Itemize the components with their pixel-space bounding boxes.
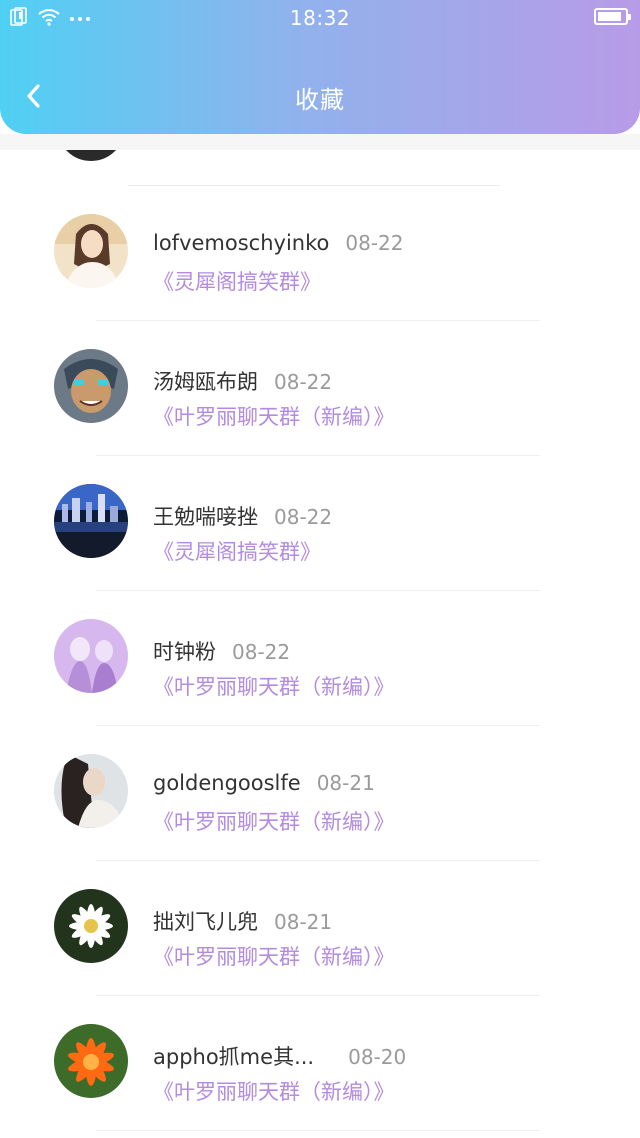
- name-row: lofvemoschyinko 08-22: [153, 231, 403, 255]
- list-item[interactable]: 王勉喘唼挫 08-22 《灵犀阁搞笑群》: [0, 456, 640, 591]
- name-row: goldengooslfe 08-21: [153, 771, 375, 795]
- status-bar: 18:32: [0, 0, 640, 34]
- avatar[interactable]: [54, 754, 128, 828]
- user-name: 拙刘飞儿兜: [153, 910, 258, 934]
- group-link[interactable]: 《叶罗丽聊天群（新编）》: [153, 1076, 395, 1106]
- avatar[interactable]: [54, 1024, 128, 1098]
- user-name: appho抓me其...: [153, 1045, 315, 1069]
- list-top-gap: [0, 134, 640, 150]
- user-name: lofvemoschyinko: [153, 231, 330, 255]
- group-link[interactable]: 《叶罗丽聊天群（新编）》: [153, 941, 395, 971]
- list-item-partial[interactable]: [0, 150, 640, 186]
- date: 08-22: [345, 231, 404, 255]
- date: 08-22: [232, 640, 291, 664]
- list-item[interactable]: 时钟粉 08-22 《叶罗丽聊天群（新编）》: [0, 591, 640, 726]
- divider: [96, 1130, 540, 1131]
- user-name: 汤姆瓯布朗: [153, 370, 258, 394]
- user-name: goldengooslfe: [153, 771, 301, 795]
- group-link[interactable]: 《灵犀阁搞笑群》: [153, 536, 321, 566]
- name-row: 拙刘飞儿兜 08-21: [153, 906, 332, 936]
- group-link[interactable]: 《叶罗丽聊天群（新编）》: [153, 401, 395, 431]
- header: 18:32 收藏: [0, 0, 640, 134]
- group-link[interactable]: 《灵犀阁搞笑群》: [153, 266, 321, 296]
- list-item[interactable]: 拙刘飞儿兜 08-21 《叶罗丽聊天群（新编）》: [0, 861, 640, 996]
- name-row: 汤姆瓯布朗 08-22: [153, 366, 332, 396]
- page-title: 收藏: [295, 86, 345, 114]
- list-item[interactable]: 汤姆瓯布朗 08-22 《叶罗丽聊天群（新编）》: [0, 321, 640, 456]
- avatar: [54, 150, 128, 164]
- avatar[interactable]: [54, 349, 128, 423]
- group-link[interactable]: 《叶罗丽聊天群（新编）》: [153, 671, 395, 701]
- user-name: 时钟粉: [153, 640, 216, 664]
- date: 08-22: [274, 505, 333, 529]
- date: 08-21: [316, 771, 375, 795]
- name-row: 王勉喘唼挫 08-22: [153, 501, 332, 531]
- user-name: 王勉喘唼挫: [153, 505, 258, 529]
- nav-bar: 收藏: [0, 60, 640, 130]
- avatar[interactable]: [54, 214, 128, 288]
- avatar[interactable]: [54, 619, 128, 693]
- date: 08-20: [348, 1045, 407, 1069]
- list-item[interactable]: lofvemoschyinko 08-22 《灵犀阁搞笑群》: [0, 186, 640, 321]
- name-row: 时钟粉 08-22: [153, 636, 290, 666]
- favorites-list: lofvemoschyinko 08-22 《灵犀阁搞笑群》 汤姆瓯布朗 08-…: [0, 134, 640, 1131]
- group-link[interactable]: 《叶罗丽聊天群（新编）》: [153, 806, 395, 836]
- avatar[interactable]: [54, 484, 128, 558]
- name-row: appho抓me其... 08-20: [153, 1041, 406, 1071]
- status-time: 18:32: [289, 6, 351, 30]
- favorites-screen: 18:32 收藏 lofvemoschyinko 08-22 《灵犀阁搞笑群》 …: [0, 0, 640, 1138]
- list-item[interactable]: appho抓me其... 08-20 《叶罗丽聊天群（新编）》: [0, 996, 640, 1131]
- list-item[interactable]: goldengooslfe 08-21 《叶罗丽聊天群（新编）》: [0, 726, 640, 861]
- battery-icon: [594, 8, 631, 25]
- date: 08-22: [274, 370, 333, 394]
- avatar[interactable]: [54, 889, 128, 963]
- date: 08-21: [274, 910, 333, 934]
